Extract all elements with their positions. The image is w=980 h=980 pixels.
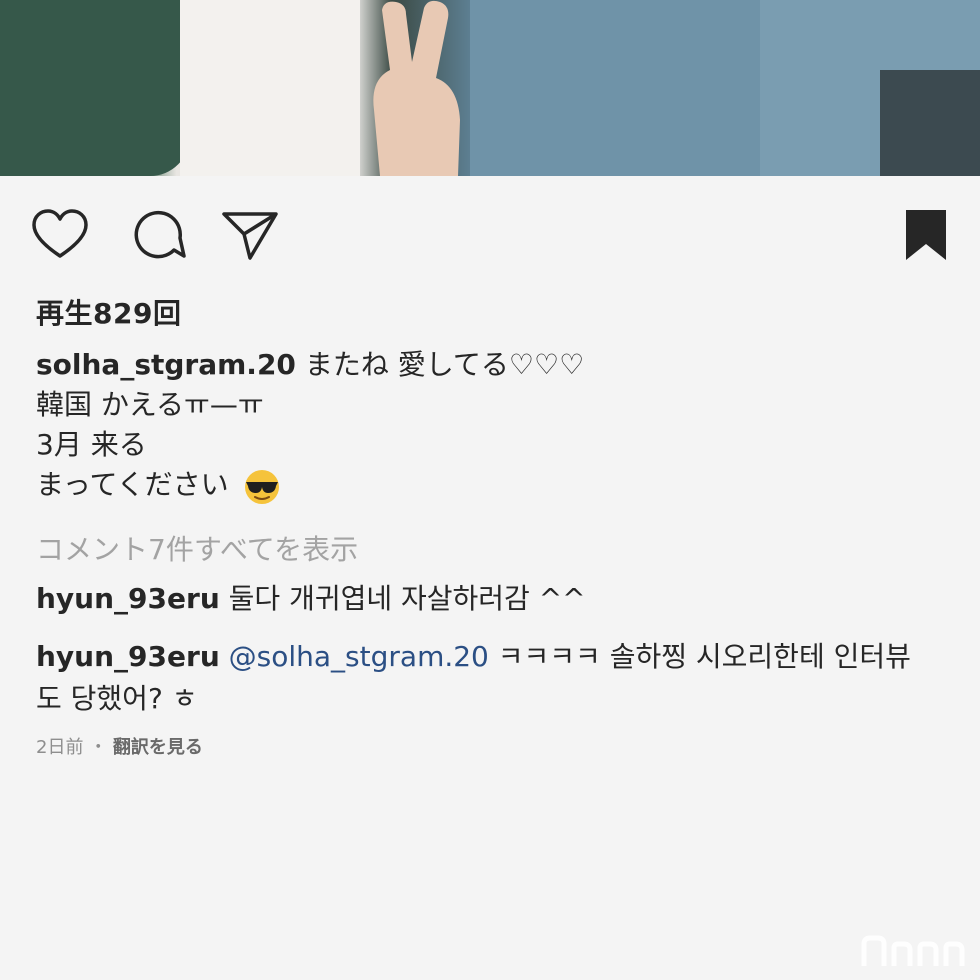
view-all-comments-link[interactable]: コメント7件すべてを表示 xyxy=(36,528,358,568)
caption-line-2: 韓国 かえるㅠ—ㅠ xyxy=(36,388,264,421)
action-bar xyxy=(30,206,950,266)
post-time: 2日前 xyxy=(36,737,84,758)
comment-item: hyun_93eru 둘다 개귀엽네 자살하러감 ^^ xyxy=(36,578,936,620)
post-caption: solha_stgram.20 またね 愛してる♡♡♡ 韓国 かえるㅠ—ㅠ 3月… xyxy=(36,345,936,506)
photo-region-shirt xyxy=(180,0,360,176)
photo-region-left xyxy=(0,0,190,176)
post-meta: 2日前 ・ 翻訳を見る xyxy=(36,733,203,759)
caption-text-1: またね 愛してる♡♡♡ xyxy=(304,348,585,381)
comment-mention[interactable]: @solha_stgram.20 xyxy=(229,640,489,673)
caption-username[interactable]: solha_stgram.20 xyxy=(36,348,296,381)
comment-item: hyun_93eru @solha_stgram.20 ㅋㅋㅋㅋ 솔하찡 시오리… xyxy=(36,636,936,720)
send-icon[interactable] xyxy=(220,206,280,266)
view-count[interactable]: 再生829回 xyxy=(36,292,181,332)
sunglasses-face-emoji xyxy=(244,470,279,504)
photo-region-dark xyxy=(880,70,980,176)
post-photo[interactable] xyxy=(0,0,980,176)
caption-line-1: solha_stgram.20 またね 愛してる♡♡♡ xyxy=(36,345,936,385)
meta-separator: ・ xyxy=(89,737,108,758)
caption-line-4: まってください xyxy=(36,465,936,506)
comment-text: 둘다 개귀엽네 자살하러감 ^^ xyxy=(228,582,586,615)
site-watermark-logo xyxy=(861,935,965,966)
comment-username[interactable]: hyun_93eru xyxy=(36,582,220,615)
comment-icon[interactable] xyxy=(128,206,188,266)
caption-line-3: 3月 来る xyxy=(36,428,147,461)
caption-text-4: まってください xyxy=(36,468,229,501)
peace-sign-hand xyxy=(373,0,460,176)
comment-username[interactable]: hyun_93eru xyxy=(36,640,220,673)
bookmark-icon[interactable] xyxy=(902,206,950,266)
heart-icon[interactable] xyxy=(30,206,90,266)
see-translation-link[interactable]: 翻訳を見る xyxy=(113,737,203,758)
